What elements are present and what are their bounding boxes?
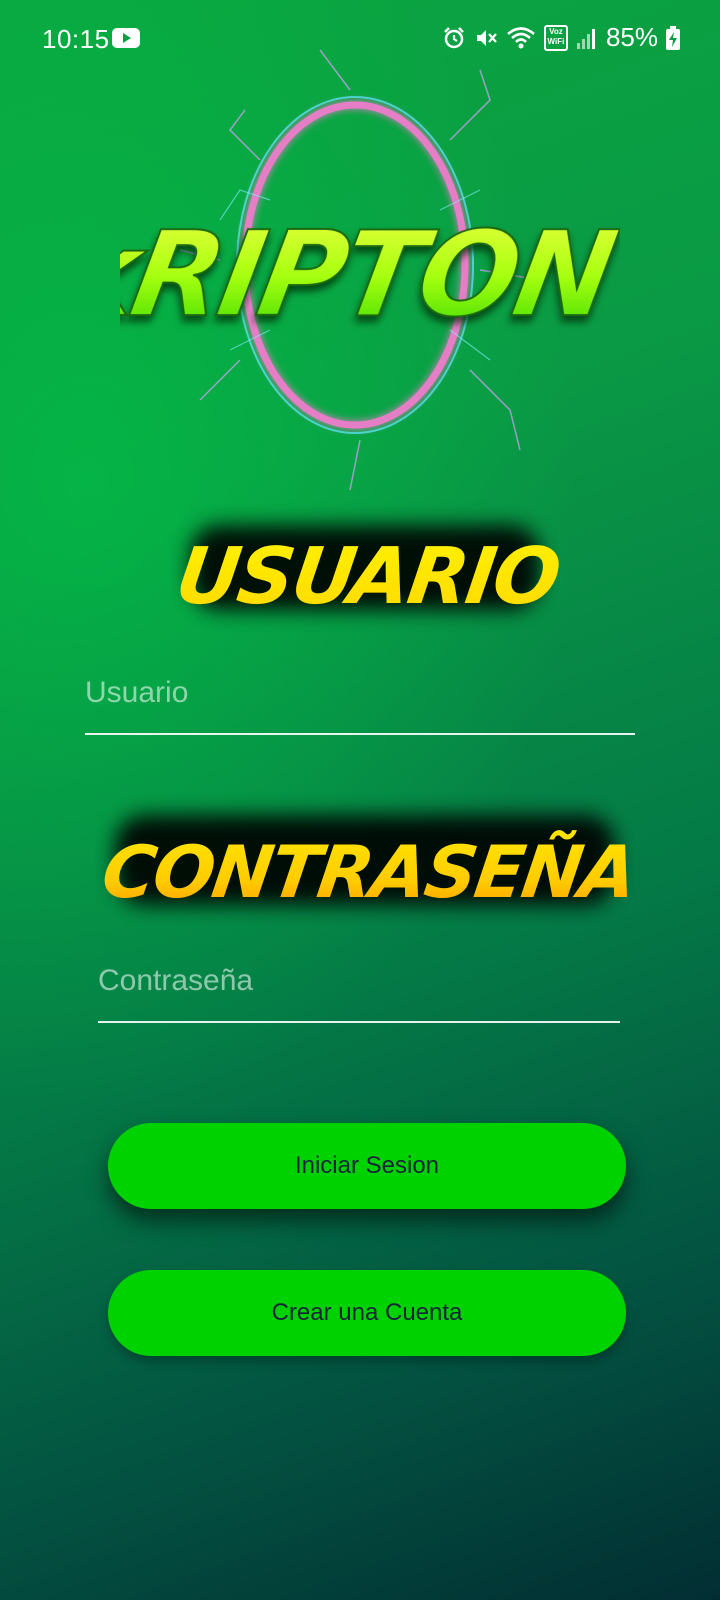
app-logo: kRIPTON [120,30,620,500]
contrasena-heading-text: CONTRASEÑA [97,829,635,915]
username-input[interactable] [85,665,635,735]
logo-wordmark: kRIPTON [120,206,620,345]
usuario-heading-text: USUARIO [171,531,560,622]
status-time: 10:15 [42,24,110,54]
contrasena-heading: CONTRASEÑA [97,815,635,915]
battery-charging-icon [666,25,680,50]
create-account-button[interactable]: Crear una Cuenta [108,1270,626,1356]
password-input[interactable] [98,953,620,1023]
login-button[interactable]: Iniciar Sesion [108,1123,626,1209]
logo-text: kRIPTON [120,207,620,344]
usuario-heading: USUARIO [171,525,560,622]
